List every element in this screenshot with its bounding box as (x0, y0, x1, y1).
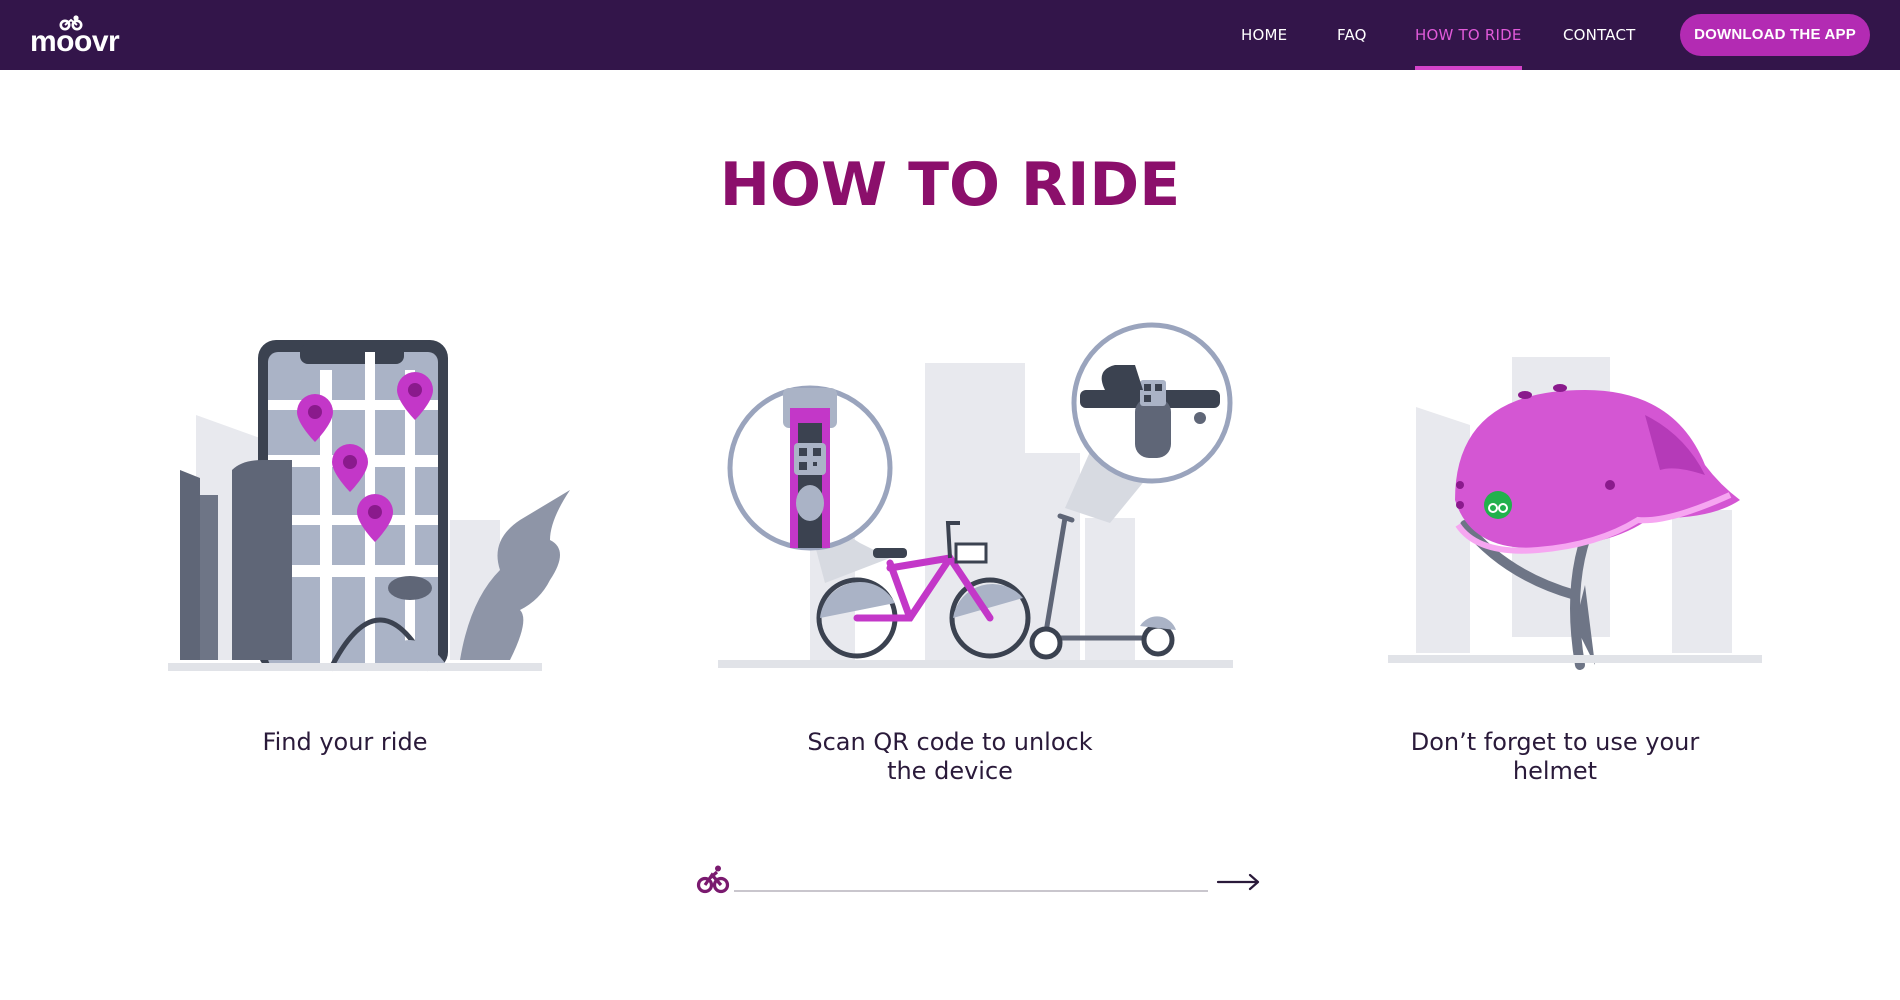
page-title: HOW TO RIDE (719, 150, 1181, 220)
helmet-illustration (1380, 355, 1765, 670)
nav-faq[interactable]: FAQ (1337, 0, 1367, 70)
arrow-right-icon[interactable] (1216, 872, 1262, 892)
download-app-button[interactable]: DOWNLOAD THE APP (1680, 14, 1870, 56)
nav-contact[interactable]: CONTACT (1563, 0, 1636, 70)
find-ride-illustration (160, 330, 580, 675)
nav-home[interactable]: HOME (1241, 0, 1287, 70)
bike-icon (696, 864, 730, 894)
nav-how-to-ride[interactable]: HOW TO RIDE (1415, 0, 1522, 70)
step-caption-find-ride: Find your ride (262, 728, 428, 756)
phone-map-icon (168, 340, 570, 672)
bike-scooter-qr-icon (718, 322, 1233, 668)
helmet-icon (1388, 357, 1762, 670)
progress-track (734, 890, 1208, 892)
steps-progress (696, 862, 1266, 896)
top-navbar: moovr HOME FAQ HOW TO RIDE CONTACT DOWNL… (0, 0, 1900, 70)
step-caption-helmet: Don’t forget to use your helmet (1410, 728, 1700, 785)
scan-qr-illustration (710, 318, 1240, 675)
step-caption-scan-qr: Scan QR code to unlock the device (807, 728, 1093, 785)
main-nav: HOME FAQ HOW TO RIDE CONTACT (0, 0, 1900, 70)
